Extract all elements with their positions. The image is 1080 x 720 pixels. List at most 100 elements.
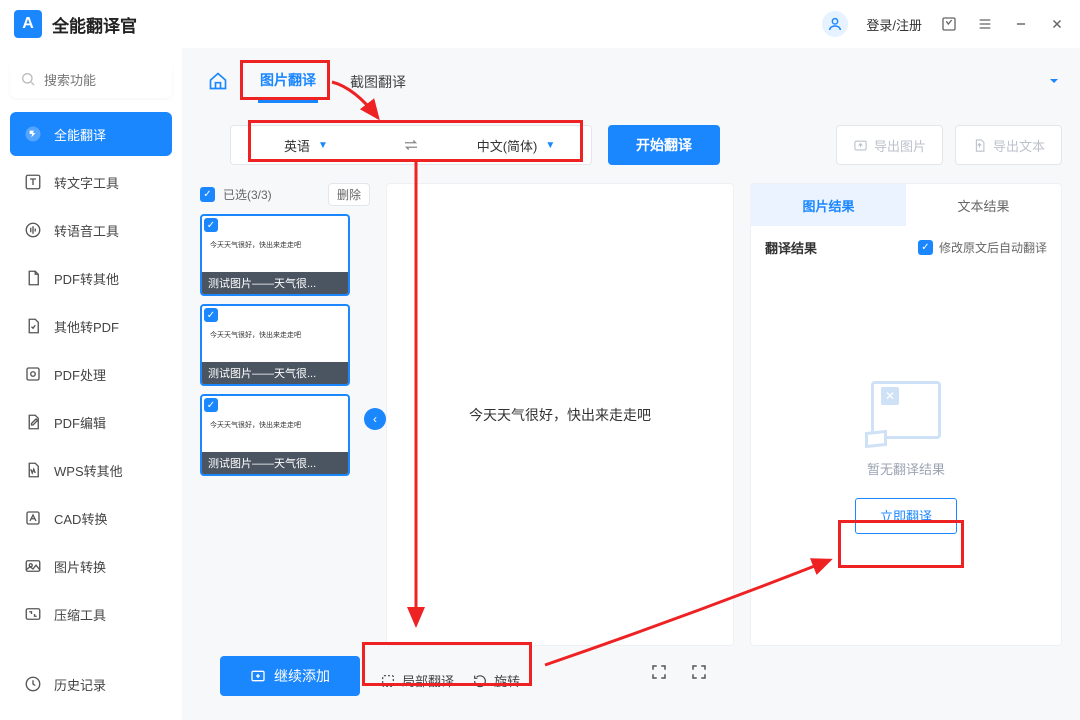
sidebar-item-to-audio[interactable]: 转语音工具 [10, 208, 172, 252]
continue-add-label: 继续添加 [274, 666, 330, 686]
thumbnail-checkbox[interactable]: ✓ [204, 398, 218, 412]
brand-logo: A [14, 10, 42, 38]
brand: A 全能翻译官 [14, 10, 137, 38]
sidebar-item-label: PDF转其他 [54, 269, 119, 288]
titlebar: A 全能翻译官 登录/注册 [0, 0, 1080, 48]
sidebar-item-label: 历史记录 [54, 675, 106, 694]
pdf-edit-icon [22, 411, 44, 433]
sidebar-item-label: 压缩工具 [54, 605, 106, 624]
delete-selected-button[interactable]: 删除 [328, 183, 370, 206]
selection-row: ✓ 已选(3/3) 删除 [200, 183, 370, 206]
result-title: 翻译结果 [765, 238, 817, 257]
sidebar-item-other-to-pdf[interactable]: 其他转PDF [10, 304, 172, 348]
sidebar-item-label: 其他转PDF [54, 317, 119, 336]
continue-add-button[interactable]: 继续添加 [220, 656, 360, 696]
sidebar-item-compress[interactable]: 压缩工具 [10, 592, 172, 636]
feedback-icon[interactable] [940, 15, 958, 33]
thumbnail-checkbox[interactable]: ✓ [204, 218, 218, 232]
sidebar-item-label: 全能翻译 [54, 125, 106, 144]
view-mode-icons [650, 663, 708, 686]
sidebar-item-all-translate[interactable]: 全能翻译 [10, 112, 172, 156]
translate-icon [22, 123, 44, 145]
language-bar: 英语 ▼ 中文(简体) ▼ 开始翻译 导出图片 导出文本 [200, 125, 1062, 165]
target-language-select[interactable]: 中文(简体) ▼ [441, 136, 591, 155]
thumbnail-item[interactable]: ✓ 今天天气很好，快出来走走吧 测试图片——天气很... [200, 304, 350, 386]
sidebar-item-label: 图片转换 [54, 557, 106, 576]
partial-translate-button[interactable]: 局部翻译 [380, 671, 454, 690]
thumbnail-item[interactable]: ✓ 今天天气很好，快出来走走吧 测试图片——天气很... [200, 394, 350, 476]
preview-toolbar: 局部翻译 旋转 [380, 671, 520, 690]
image-convert-icon [22, 555, 44, 577]
sidebar-item-label: 转语音工具 [54, 221, 119, 240]
sidebar-item-history[interactable]: 历史记录 [10, 662, 172, 706]
source-language-select[interactable]: 英语 ▼ [231, 136, 381, 155]
sidebar-item-cad[interactable]: CAD转换 [10, 496, 172, 540]
thumbnail-preview-text: 今天天气很好，快出来走走吧 [202, 306, 348, 340]
swap-languages-button[interactable] [381, 136, 441, 154]
export-image-button[interactable]: 导出图片 [836, 125, 943, 165]
chevron-down-icon: ▼ [318, 140, 328, 151]
sidebar-item-image-convert[interactable]: 图片转换 [10, 544, 172, 588]
select-all-checkbox[interactable]: ✓ [200, 187, 215, 202]
rotate-label: 旋转 [494, 671, 520, 690]
start-translate-button[interactable]: 开始翻译 [608, 125, 720, 165]
close-icon[interactable] [1048, 15, 1066, 33]
translate-now-button[interactable]: 立即翻译 [855, 498, 957, 534]
tabs-row: 图片翻译 截图翻译 [200, 64, 1062, 103]
pdf-process-icon [22, 363, 44, 385]
export-text-label: 导出文本 [993, 136, 1045, 155]
to-pdf-icon [22, 315, 44, 337]
result-tab-text[interactable]: 文本结果 [906, 184, 1061, 226]
minimize-icon[interactable] [1012, 15, 1030, 33]
sidebar-item-wps[interactable]: WPS转其他 [10, 448, 172, 492]
auto-translate-checkbox[interactable]: ✓ [918, 240, 933, 255]
sidebar-item-pdf-to-other[interactable]: PDF转其他 [10, 256, 172, 300]
login-link[interactable]: 登录/注册 [866, 15, 922, 34]
sidebar-item-label: PDF处理 [54, 365, 106, 384]
text-tool-icon [22, 171, 44, 193]
tab-image-translate[interactable]: 图片翻译 [258, 64, 318, 103]
avatar-icon[interactable] [822, 11, 848, 37]
thumbnail-preview-text: 今天天气很好，快出来走走吧 [202, 396, 348, 430]
empty-result-text: 暂无翻译结果 [867, 459, 945, 478]
brand-title: 全能翻译官 [52, 12, 137, 37]
thumbnail-caption: 测试图片——天气很... [202, 362, 348, 384]
history-icon [22, 673, 44, 695]
sidebar-item-pdf-edit[interactable]: PDF编辑 [10, 400, 172, 444]
rotate-button[interactable]: 旋转 [472, 671, 520, 690]
auto-translate-label: 修改原文后自动翻译 [939, 239, 1047, 256]
menu-icon[interactable] [976, 15, 994, 33]
thumbnails-column: ✓ 已选(3/3) 删除 ✓ 今天天气很好，快出来走走吧 测试图片——天气很..… [200, 183, 370, 720]
fullscreen-icon[interactable] [650, 663, 668, 686]
result-tabs: 图片结果 文本结果 [751, 184, 1061, 226]
sidebar-item-label: WPS转其他 [54, 461, 123, 480]
compress-icon [22, 603, 44, 625]
selected-count-label: 已选(3/3) [223, 186, 272, 203]
cad-icon [22, 507, 44, 529]
tabs-dropdown-icon[interactable] [1046, 73, 1062, 94]
language-selectors: 英语 ▼ 中文(简体) ▼ [230, 125, 592, 165]
thumbnail-checkbox[interactable]: ✓ [204, 308, 218, 322]
partial-translate-label: 局部翻译 [402, 671, 454, 690]
result-panel: 图片结果 文本结果 翻译结果 ✓ 修改原文后自动翻译 ✕ 暂无翻译结果 立即翻译 [750, 183, 1062, 646]
pager-prev-button[interactable]: ‹ [364, 408, 386, 430]
result-body: ✕ 暂无翻译结果 立即翻译 [751, 269, 1061, 645]
result-tab-image[interactable]: 图片结果 [751, 184, 906, 226]
preview-panel: 今天天气很好，快出来走走吧 [386, 183, 734, 646]
chevron-down-icon: ▼ [545, 140, 555, 151]
fit-screen-icon[interactable] [690, 663, 708, 686]
tab-screenshot-translate[interactable]: 截图翻译 [348, 66, 408, 102]
home-icon[interactable] [208, 71, 228, 96]
export-image-label: 导出图片 [874, 136, 926, 155]
sidebar-item-label: CAD转换 [54, 509, 107, 528]
thumbnail-item[interactable]: ✓ 今天天气很好，快出来走走吧 测试图片——天气很... [200, 214, 350, 296]
preview-text: 今天天气很好，快出来走走吧 [469, 405, 651, 425]
export-text-button[interactable]: 导出文本 [955, 125, 1062, 165]
sidebar-item-pdf-process[interactable]: PDF处理 [10, 352, 172, 396]
thumbnail-caption: 测试图片——天气很... [202, 452, 348, 474]
search-box [10, 62, 172, 98]
thumbnail-preview-text: 今天天气很好，快出来走走吧 [202, 216, 348, 250]
sidebar-item-to-text[interactable]: 转文字工具 [10, 160, 172, 204]
auto-translate-toggle[interactable]: ✓ 修改原文后自动翻译 [918, 239, 1047, 256]
empty-result-icon: ✕ [871, 381, 941, 439]
